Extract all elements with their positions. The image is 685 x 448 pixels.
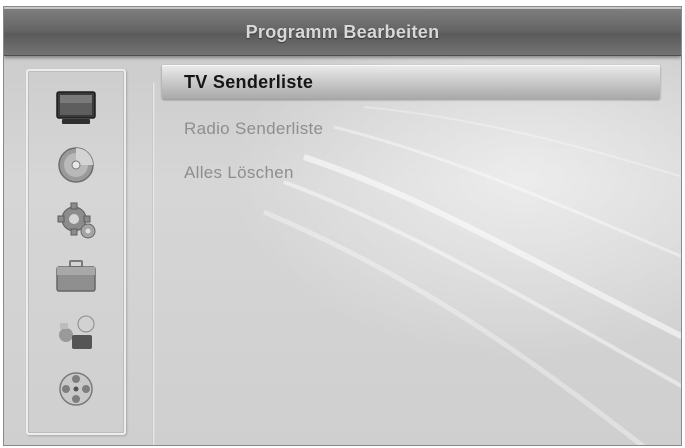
page-title: Programm Bearbeiten — [245, 22, 440, 42]
sidebar — [26, 69, 126, 435]
menu-item-alles-loeschen[interactable]: Alles Löschen — [162, 151, 660, 195]
gear-icon[interactable] — [52, 201, 100, 241]
disc-icon[interactable] — [52, 145, 100, 185]
tv-icon[interactable] — [52, 89, 100, 129]
toolbox-icon[interactable] — [52, 257, 100, 297]
menu-screen: Programm Bearbeiten TV Senderliste Radio… — [3, 6, 682, 446]
menu-list: TV Senderliste Radio Senderliste Alles L… — [162, 65, 660, 195]
title-bar: Programm Bearbeiten — [4, 9, 681, 56]
film-reel-icon[interactable] — [52, 369, 100, 409]
divider — [152, 83, 155, 445]
apps-icon[interactable] — [52, 313, 100, 353]
menu-item-radio-senderliste[interactable]: Radio Senderliste — [162, 107, 660, 151]
menu-item-tv-senderliste[interactable]: TV Senderliste — [162, 65, 660, 99]
